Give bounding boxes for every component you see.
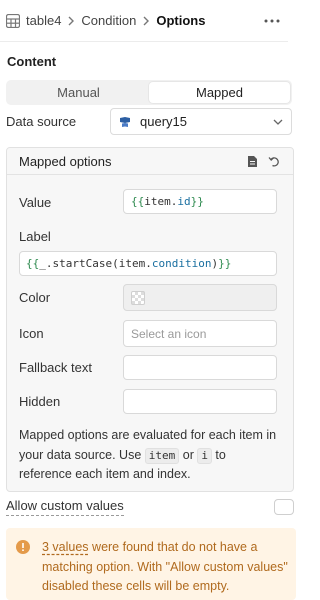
template-prop: condition [151, 257, 212, 270]
document-icon[interactable] [247, 155, 258, 168]
breadcrumb-item-current: Options [156, 13, 206, 28]
unmatched-values-link[interactable]: 3 values [42, 540, 89, 554]
allow-custom-values-checkbox[interactable] [274, 499, 294, 515]
color-input[interactable] [123, 284, 277, 311]
icon-select[interactable]: Select an icon [123, 320, 277, 347]
value-input[interactable]: {{ item. id }} [123, 189, 277, 214]
value-label: Value [19, 195, 52, 210]
template-close: }} [190, 195, 204, 208]
warning-banner: 3 values were found that do not have a m… [6, 528, 296, 600]
template-open: {{ [131, 195, 145, 208]
icon-label: Icon [19, 326, 44, 341]
template-dot: . [170, 195, 178, 208]
hidden-label: Hidden [19, 394, 61, 409]
content-section-title: Content [7, 54, 57, 69]
breadcrumb-item-column[interactable]: Condition [81, 13, 136, 28]
template-open: {{ [26, 257, 40, 270]
chevron-down-icon [273, 119, 283, 125]
color-label: Color [19, 290, 51, 305]
data-source-label: Data source [6, 114, 77, 129]
breadcrumb: table4 Condition Options [0, 0, 288, 42]
label-input[interactable]: {{ _.startCase(item. condition) }} [19, 251, 277, 276]
mapped-options-title: Mapped options [19, 153, 112, 169]
template-var: item [144, 195, 171, 208]
reset-icon[interactable] [268, 155, 281, 168]
mapped-options-help: Mapped options are evaluated for each it… [19, 426, 281, 485]
color-swatch[interactable] [131, 290, 145, 305]
template-dot: . [145, 257, 152, 270]
data-source-select[interactable]: query15 [110, 108, 292, 135]
code-token-index: i [197, 447, 212, 464]
mapped-options-card: Mapped options Value {{ item. id }} Label… [6, 147, 294, 492]
tab-mapped[interactable]: Mapped [149, 82, 290, 103]
more-horizontal-icon[interactable] [264, 19, 280, 23]
warning-text: 3 values were found that do not have a m… [42, 538, 288, 597]
hidden-input[interactable] [123, 389, 277, 414]
code-token-item: item [144, 447, 180, 464]
table-icon [6, 13, 20, 28]
query-icon [119, 116, 131, 128]
tab-manual[interactable]: Manual [8, 82, 149, 103]
template-fn: _.startCase( [39, 257, 119, 270]
allow-custom-values-label[interactable]: Allow custom values [6, 498, 124, 516]
alert-circle-icon [16, 540, 30, 554]
template-var: item [118, 257, 146, 270]
data-source-value: query15 [140, 114, 187, 129]
template-close: }} [218, 257, 232, 270]
chevron-right-icon [142, 16, 150, 26]
mode-segmented-control: Manual Mapped [6, 80, 292, 105]
icon-select-placeholder: Select an icon [131, 326, 207, 341]
fallback-text-input[interactable] [123, 355, 277, 380]
fallback-text-label: Fallback text [19, 360, 92, 375]
template-prop: id [177, 195, 191, 208]
label-label: Label [19, 229, 51, 244]
breadcrumb-item-table[interactable]: table4 [26, 13, 61, 28]
chevron-right-icon [67, 16, 75, 26]
mapped-options-header: Mapped options [7, 148, 293, 175]
help-text-part: or [179, 447, 198, 462]
template-fn-end: ) [211, 257, 219, 270]
